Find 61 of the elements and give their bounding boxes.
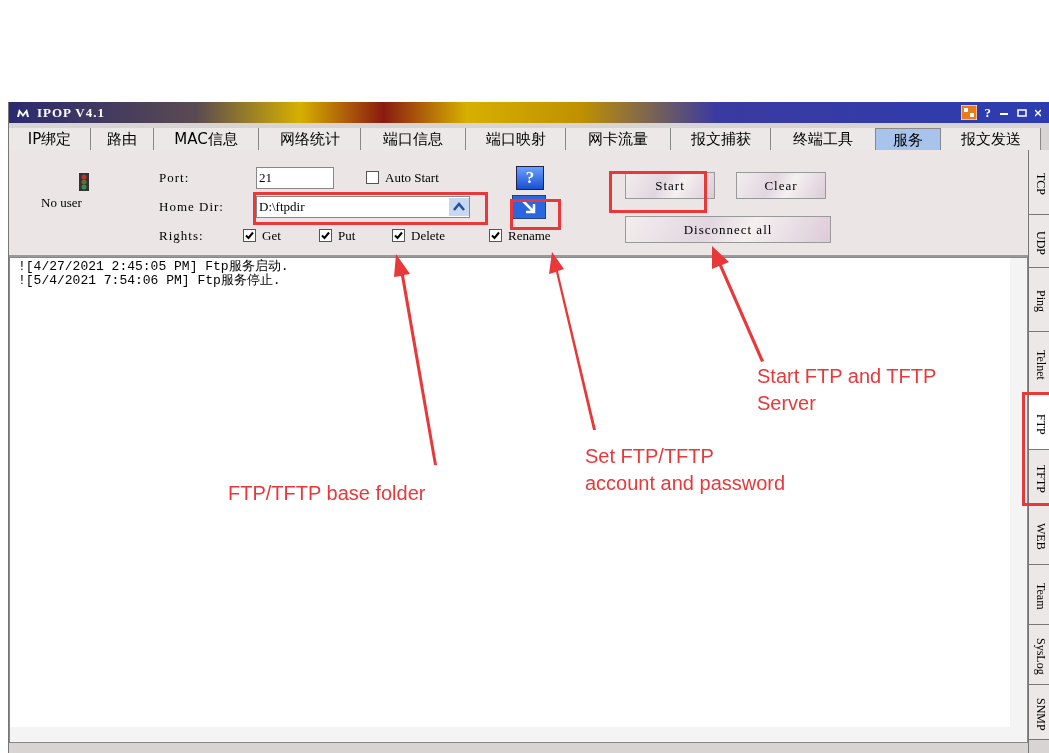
check-icon — [491, 231, 500, 240]
tab[interactable]: 端口映射 — [466, 128, 566, 150]
skin-button[interactable]: Disconnect all — [625, 216, 831, 243]
checkbox-label: Get — [262, 226, 281, 245]
vertical-scrollbar[interactable] — [1010, 258, 1027, 727]
side-tab[interactable]: WEB — [1029, 505, 1049, 565]
tab[interactable]: IP绑定 — [9, 128, 91, 150]
checkbox[interactable] — [366, 171, 379, 184]
home-dir-label: Home Dir: — [159, 197, 225, 216]
side-tab[interactable]: Telnet — [1029, 332, 1049, 395]
check-icon — [394, 231, 403, 240]
tab[interactable]: MAC信息 — [154, 128, 259, 150]
home-dir-field[interactable]: D:\ftpdir — [256, 195, 470, 218]
check-icon — [245, 231, 254, 240]
checkbox[interactable] — [319, 229, 332, 242]
status-text: No user — [41, 194, 82, 212]
tab[interactable]: 报文捕获 — [671, 128, 771, 150]
side-tab[interactable]: Ping — [1029, 268, 1049, 332]
checkbox-label: Put — [338, 226, 356, 245]
close-icon[interactable] — [1035, 107, 1041, 118]
tab[interactable]: 网卡流量 — [566, 128, 671, 150]
skin-icon[interactable] — [960, 105, 977, 120]
checkbox[interactable] — [489, 229, 502, 242]
checkbox[interactable] — [392, 229, 405, 242]
tab[interactable]: 路由 — [91, 128, 154, 150]
side-tab[interactable]: Team — [1029, 565, 1049, 625]
checkbox-label: Auto Start — [385, 168, 439, 187]
tab[interactable]: 终端工具 — [771, 128, 876, 150]
help-glyph[interactable]: ? — [984, 102, 991, 123]
port-label: Port: — [159, 168, 191, 187]
annotation-text: Set FTP/TFTP account and password — [585, 444, 786, 496]
tab[interactable]: 端口信息 — [361, 128, 466, 150]
checkbox[interactable] — [243, 229, 256, 242]
tab[interactable]: 报文发送 — [941, 128, 1041, 150]
side-tab[interactable]: FTP — [1029, 395, 1049, 450]
side-tab[interactable]: TCP — [1029, 150, 1049, 215]
port-field[interactable]: 21 — [256, 166, 334, 189]
tab[interactable]: 网络统计 — [259, 128, 361, 150]
tab[interactable]: 服务 — [876, 128, 941, 150]
side-tab[interactable]: UDP — [1029, 215, 1049, 268]
log-line: ![4/27/2021 2:45:05 PM] Ftp服务启动. — [18, 260, 290, 274]
caret-up-icon[interactable] — [449, 197, 469, 216]
annotation-text: FTP/TFTP base folder — [228, 481, 426, 506]
start-button[interactable]: Start — [625, 172, 715, 199]
checkbox-label: Delete — [411, 226, 445, 245]
side-tab[interactable]: SysLog — [1029, 625, 1049, 685]
log-line: ![5/4/2021 7:54:06 PM] Ftp服务停止. — [18, 274, 282, 288]
help-button[interactable]: ? — [516, 165, 544, 190]
skin-button[interactable]: Clear — [736, 172, 826, 199]
horizontal-scrollbar[interactable] — [10, 727, 1027, 742]
traffic-light-icon — [79, 173, 89, 191]
maximize-icon[interactable] — [1017, 107, 1027, 118]
check-icon — [321, 231, 330, 240]
highlight-frame — [510, 199, 561, 230]
annotation-text: Start FTP and TFTP Server — [757, 364, 937, 416]
side-tab[interactable]: TFTP — [1029, 450, 1049, 505]
rights-label: Rights: — [159, 226, 205, 245]
app-icon — [17, 107, 29, 118]
checkbox-label: Rename — [508, 226, 551, 245]
window-title: IPOP V4.1 — [37, 103, 105, 122]
side-tab[interactable]: SNMP — [1029, 685, 1049, 740]
